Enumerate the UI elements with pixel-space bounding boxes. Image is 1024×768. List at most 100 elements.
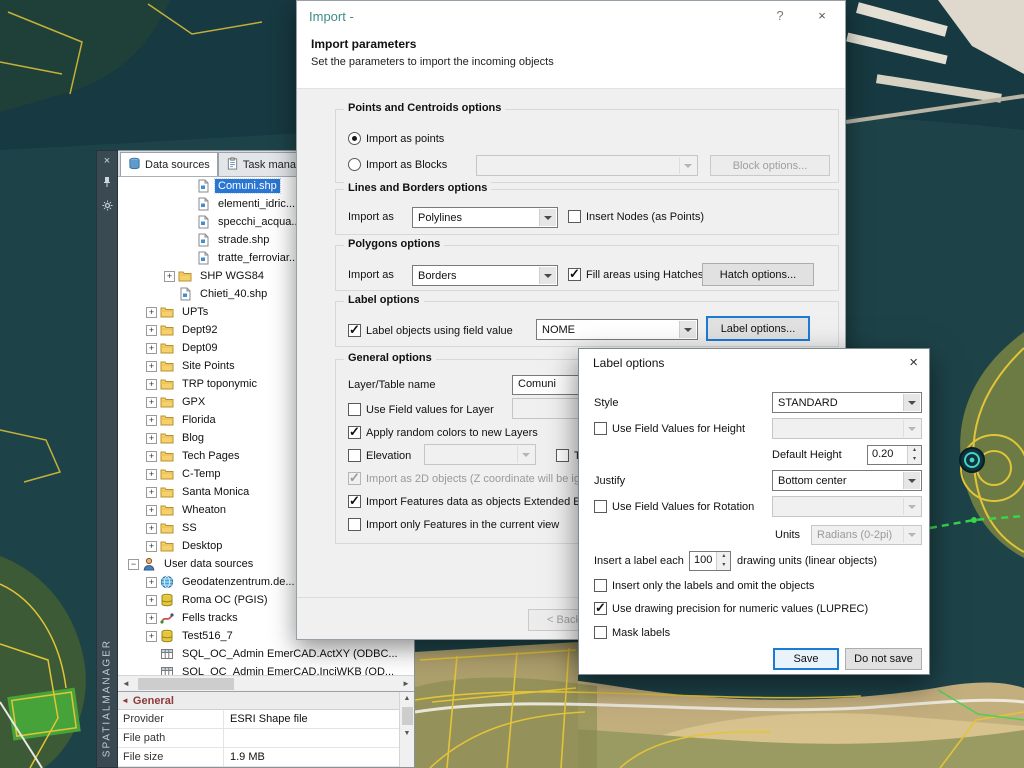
shp-file-icon	[196, 251, 211, 265]
interval-suffix-label: drawing units (linear objects)	[737, 555, 877, 567]
expand-icon[interactable]: +	[146, 469, 157, 480]
default-height-spinner[interactable]: 0.20 ▴▾	[867, 445, 922, 465]
do-not-save-button[interactable]: Do not save	[845, 648, 922, 670]
expand-icon[interactable]: +	[146, 307, 157, 318]
properties-vertical-scrollbar[interactable]: ▲ ▼	[399, 692, 414, 767]
properties-group-header[interactable]: ◄ General	[118, 692, 399, 710]
help-icon[interactable]: ?	[771, 8, 789, 23]
fill-hatches-checkbox[interactable]: Fill areas using Hatches	[568, 267, 703, 282]
current-view-checkbox[interactable]: Import only Features in the current view	[348, 517, 559, 532]
luprec-checkbox[interactable]: Use drawing precision for numeric values…	[594, 601, 868, 616]
expand-icon[interactable]: +	[146, 379, 157, 390]
expand-icon[interactable]: +	[146, 325, 157, 336]
folder-icon	[160, 323, 175, 337]
palette-title-vertical: SPATIALMANAGER	[102, 639, 113, 757]
block-options-button: Block options...	[710, 155, 830, 176]
expand-icon[interactable]: +	[146, 541, 157, 552]
expand-icon[interactable]: +	[146, 595, 157, 606]
expand-icon[interactable]: +	[146, 487, 157, 498]
tree-item[interactable]: SQL_OC_Admin EmerCAD.ActXY (ODBC...	[118, 645, 414, 663]
scrollbar-thumb[interactable]	[138, 678, 234, 690]
tree-item-label: C-Temp	[179, 467, 224, 481]
expand-icon[interactable]: +	[146, 505, 157, 516]
spinner-down-icon[interactable]: ▾	[908, 455, 921, 464]
scrollbar-track[interactable]	[134, 676, 398, 691]
expand-icon[interactable]: +	[146, 451, 157, 462]
expand-icon[interactable]: +	[146, 415, 157, 426]
scroll-left-icon[interactable]: ◄	[118, 676, 134, 692]
autohide-pin-icon[interactable]	[102, 176, 112, 191]
spinner-up-icon[interactable]: ▴	[717, 552, 730, 561]
folder-icon	[160, 431, 175, 445]
spinner-up-icon[interactable]: ▴	[908, 446, 921, 455]
import-as-blocks-radio[interactable]: Import as Blocks	[348, 157, 447, 172]
interval-spinner[interactable]: 100 ▴▾	[689, 551, 731, 571]
checkbox-label: Apply random colors to new Layers	[366, 427, 538, 439]
import-parameters-subheading: Set the parameters to import the incomin…	[311, 56, 554, 68]
labels-only-checkbox[interactable]: Insert only the labels and omit the obje…	[594, 578, 814, 593]
field-rotation-checkbox[interactable]: Use Field Values for Rotation	[594, 499, 754, 514]
scroll-down-icon[interactable]: ▼	[404, 727, 411, 740]
style-combo[interactable]: STANDARD	[772, 392, 922, 413]
import-dialog-header: Import - ? × Import parameters Set the p…	[297, 1, 845, 89]
settings-gear-icon[interactable]	[102, 200, 113, 214]
tab-data-sources[interactable]: Data sources	[120, 152, 218, 176]
folder-icon	[160, 341, 175, 355]
tree-item-label: TRP toponymic	[179, 377, 260, 391]
tree-item[interactable]: SQL_OC_Admin EmerCAD.InciWKB (OD...	[118, 663, 414, 675]
import-as-points-radio[interactable]: Import as points	[348, 131, 444, 146]
tree-horizontal-scrollbar[interactable]: ◄ ►	[118, 675, 414, 691]
shp-file-icon	[196, 179, 211, 193]
expand-icon[interactable]: +	[164, 271, 175, 282]
close-icon[interactable]: ×	[813, 8, 831, 23]
elevation-checkbox[interactable]: Elevation	[348, 448, 411, 463]
field-height-checkbox[interactable]: Use Field Values for Height	[594, 421, 745, 436]
shp-file-icon	[196, 215, 211, 229]
expand-icon[interactable]: +	[146, 433, 157, 444]
expand-icon[interactable]: +	[146, 343, 157, 354]
scroll-up-icon[interactable]: ▲	[404, 692, 411, 705]
chevron-down-icon	[679, 321, 696, 338]
scrollbar-thumb[interactable]	[402, 707, 413, 725]
import-2d-checkbox: Import as 2D objects (Z coordinate will …	[348, 471, 580, 486]
palette-titlebar[interactable]: × SPATIALMANAGER	[96, 150, 118, 768]
save-button[interactable]: Save	[773, 648, 839, 670]
spinner-down-icon[interactable]: ▾	[717, 561, 730, 570]
tree-item-label: strade.shp	[215, 233, 272, 247]
checkbox-box	[348, 518, 361, 531]
tree-item-label: Desktop	[179, 539, 225, 553]
field-values-layer-checkbox[interactable]: Use Field values for Layer	[348, 402, 494, 417]
lines-import-as-combo[interactable]: Polylines	[412, 207, 558, 228]
checkbox-box	[348, 495, 361, 508]
properties-rows: ProviderESRI Shape fileFile pathFile siz…	[118, 710, 399, 767]
random-colors-checkbox[interactable]: Apply random colors to new Layers	[348, 425, 538, 440]
expand-icon[interactable]: +	[146, 397, 157, 408]
xdata-checkbox[interactable]: Import Features data as objects Extended…	[348, 494, 581, 509]
checkbox-box	[556, 449, 569, 462]
expand-icon[interactable]: +	[146, 523, 157, 534]
label-field-combo[interactable]: NOME	[536, 319, 698, 340]
hatch-options-button[interactable]: Hatch options...	[702, 263, 814, 286]
polygons-import-as-combo[interactable]: Borders	[412, 265, 558, 286]
collapse-icon[interactable]: −	[128, 559, 139, 570]
close-icon[interactable]: ×	[909, 354, 918, 371]
label-objects-checkbox[interactable]: Label objects using field value	[348, 323, 513, 338]
expand-icon[interactable]: +	[146, 361, 157, 372]
scroll-right-icon[interactable]: ►	[398, 676, 414, 692]
checkbox-box	[348, 403, 361, 416]
checkbox-label: Elevation	[366, 450, 411, 462]
label-options-button[interactable]: Label options...	[706, 316, 810, 341]
combo-value: Borders	[418, 270, 457, 282]
close-icon[interactable]: ×	[104, 156, 110, 167]
checkbox-box	[348, 426, 361, 439]
shp-file-icon	[196, 233, 211, 247]
group-title: Points and Centroids options	[344, 102, 505, 114]
justify-combo[interactable]: Bottom center	[772, 470, 922, 491]
tree-item-label: Comuni.shp	[215, 179, 280, 193]
label-options-dialog: Label options × Style STANDARD Use Field…	[578, 348, 930, 675]
expand-icon[interactable]: +	[146, 631, 157, 642]
mask-labels-checkbox[interactable]: Mask labels	[594, 625, 670, 640]
expand-icon[interactable]: +	[146, 577, 157, 588]
expand-icon[interactable]: +	[146, 613, 157, 624]
insert-nodes-checkbox[interactable]: Insert Nodes (as Points)	[568, 209, 704, 224]
